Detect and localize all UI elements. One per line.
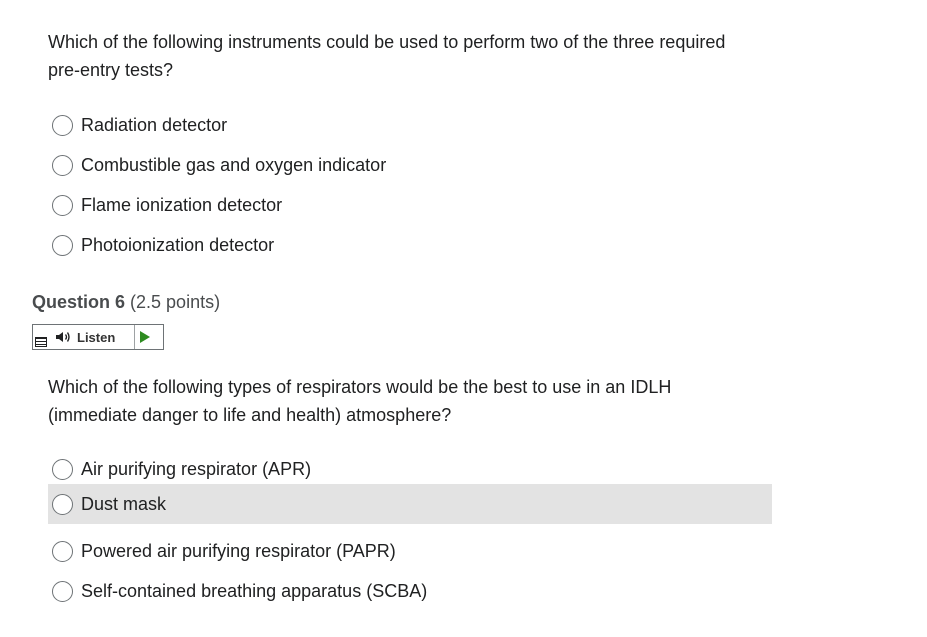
option-label: Self-contained breathing apparatus (SCBA… bbox=[81, 580, 428, 601]
radio-button[interactable] bbox=[52, 458, 73, 480]
option-label: Air purifying respirator (APR) bbox=[81, 458, 312, 479]
option-label: Photoionization detector bbox=[81, 234, 275, 255]
question-points: (2.5 points) bbox=[130, 292, 221, 312]
option-label: Combustible gas and oxygen indicator bbox=[81, 154, 387, 175]
play-icon[interactable] bbox=[139, 330, 151, 344]
menu-icon[interactable] bbox=[35, 337, 47, 347]
q6-option-scba[interactable]: Self-contained breathing apparatus (SCBA… bbox=[48, 571, 772, 611]
listen-toolbar: Listen bbox=[32, 324, 164, 350]
q5-option-flame-ionization[interactable]: Flame ionization detector bbox=[48, 185, 772, 225]
radio-button[interactable] bbox=[52, 114, 73, 136]
q6-option-dust-mask[interactable]: Dust mask bbox=[48, 484, 772, 524]
question-6-header: Question 6 (2.5 points) bbox=[32, 292, 220, 313]
option-label: Radiation detector bbox=[81, 114, 228, 135]
speaker-icon bbox=[56, 332, 70, 342]
q5-option-photoionization[interactable]: Photoionization detector bbox=[48, 225, 772, 265]
radio-button[interactable] bbox=[52, 234, 73, 256]
listen-label: Listen bbox=[77, 329, 116, 345]
q6-option-papr[interactable]: Powered air purifying respirator (PAPR) bbox=[48, 531, 772, 571]
radio-button[interactable] bbox=[52, 154, 73, 176]
question-6-text: Which of the following types of respirat… bbox=[48, 377, 672, 425]
q6-option-apr[interactable]: Air purifying respirator (APR) bbox=[48, 449, 772, 489]
option-label: Flame ionization detector bbox=[81, 194, 283, 215]
question-5-text: Which of the following instruments could… bbox=[48, 32, 726, 80]
radio-button[interactable] bbox=[52, 580, 73, 602]
listen-button[interactable]: Listen bbox=[55, 325, 135, 349]
q5-option-radiation-detector[interactable]: Radiation detector bbox=[48, 105, 772, 145]
radio-button[interactable] bbox=[52, 194, 73, 216]
q5-option-combustible-gas[interactable]: Combustible gas and oxygen indicator bbox=[48, 145, 772, 185]
option-label: Powered air purifying respirator (PAPR) bbox=[81, 540, 396, 561]
radio-button[interactable] bbox=[52, 540, 73, 562]
question-title: Question 6 bbox=[32, 292, 126, 312]
radio-button[interactable] bbox=[52, 493, 73, 515]
option-label: Dust mask bbox=[81, 493, 167, 514]
